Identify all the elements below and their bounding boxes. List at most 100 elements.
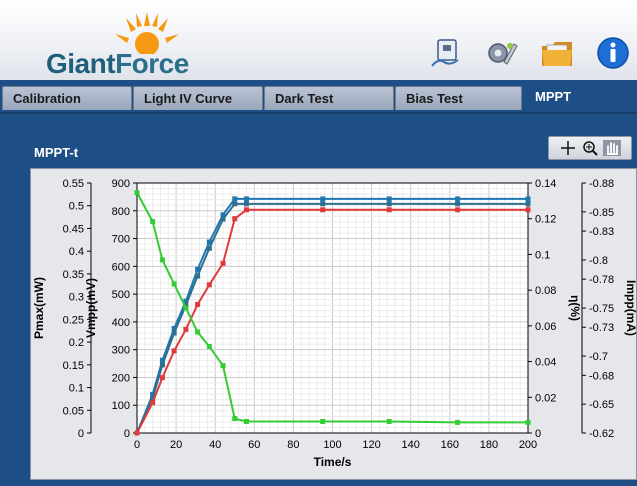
impp-axis-tick-label: -0.88 — [589, 178, 614, 190]
device-icon[interactable] — [428, 36, 462, 70]
eta-data-point — [386, 207, 392, 213]
pmax-data-point — [243, 196, 249, 202]
impp-data-point — [525, 419, 531, 425]
eta-data-point — [150, 400, 156, 406]
impp-axis-tick-label: -0.83 — [589, 226, 614, 238]
pan-hand-icon[interactable] — [603, 140, 621, 156]
vmpp-data-point — [243, 201, 249, 207]
vmpp-data-point — [171, 330, 177, 336]
vmpp-data-point — [320, 201, 326, 207]
impp-axis-tick-label: -0.85 — [589, 207, 614, 219]
eta-axis-tick-label: 0.06 — [535, 321, 556, 333]
x-tick-label: 100 — [323, 439, 341, 451]
tab-calibration[interactable]: Calibration — [2, 86, 132, 110]
pmax-data-point — [525, 196, 531, 202]
vmpp-axis-tick-label: 600 — [112, 261, 130, 273]
eta-data-point — [455, 207, 461, 213]
impp-data-point — [195, 329, 201, 335]
x-tick-label: 200 — [519, 439, 537, 451]
tab-panel-divider — [0, 112, 637, 114]
impp-axis-tick-label: -0.62 — [589, 428, 614, 440]
zoom-icon[interactable] — [581, 140, 599, 156]
pmax-axis-tick-label: 0.1 — [69, 383, 84, 395]
pmax-axis-tick-label: 0.05 — [63, 405, 84, 417]
tab-mppt[interactable]: MPPT — [524, 84, 636, 114]
impp-data-point — [159, 257, 165, 263]
cursor-crosshair-icon[interactable] — [559, 140, 577, 156]
mppt-chart-panel: 0 20 40 60 80 100 120 140 160 180 200 Time/s 0 0.05 0.… — [30, 168, 637, 480]
impp-data-point — [183, 305, 189, 311]
vmpp-axis-tick-label: 800 — [112, 206, 130, 218]
impp-data-point — [232, 416, 238, 422]
graph-tools-palette — [548, 136, 632, 160]
impp-data-point — [386, 418, 392, 424]
eta-axis-tick-label: 0.08 — [535, 285, 556, 297]
eta-axis-tick-label: 0.12 — [535, 214, 556, 226]
vmpp-axis-tick-label: 900 — [112, 178, 130, 190]
impp-data-point — [320, 418, 326, 424]
vmpp-data-point — [232, 201, 238, 207]
pmax-axis-tick-label: 0 — [78, 428, 84, 440]
logo-text: GiantForce — [46, 48, 189, 79]
eta-data-point — [183, 326, 189, 332]
vmpp-data-point — [525, 201, 531, 207]
chart-title: MPPT-t — [34, 145, 79, 160]
tab-light-iv-curve[interactable]: Light IV Curve — [133, 86, 263, 110]
x-tick-label: 60 — [248, 439, 260, 451]
vmpp-axis-tick-label: 300 — [112, 345, 130, 357]
tab-bar: Calibration Light IV Curve Dark Test Bia… — [0, 84, 637, 114]
impp-data-point — [171, 281, 177, 287]
eta-axis-tick-label: 0.02 — [535, 392, 556, 404]
x-tick-label: 0 — [134, 439, 140, 451]
impp-data-point — [150, 218, 156, 224]
vmpp-data-point — [455, 201, 461, 207]
vmpp-data-point — [195, 273, 201, 279]
pmax-axis-tick-label: 0.5 — [69, 201, 84, 213]
pmax-axis-tick-label: 0.25 — [63, 314, 84, 326]
eta-axis-tick-label: 0.04 — [535, 357, 556, 369]
tab-dark-test[interactable]: Dark Test — [264, 86, 394, 110]
pmax-axis-tick-label: 0.45 — [63, 223, 84, 235]
impp-axis-tick-label: -0.68 — [589, 370, 614, 382]
info-icon[interactable] — [596, 36, 630, 70]
impp-data-point — [220, 363, 226, 369]
impp-axis-tick-label: -0.75 — [589, 303, 614, 315]
x-tick-label: 120 — [362, 439, 380, 451]
eta-data-point — [243, 207, 249, 213]
tab-bias-test[interactable]: Bias Test — [395, 86, 522, 110]
pmax-data-point — [320, 196, 326, 202]
eta-data-point — [220, 260, 226, 266]
mppt-chart[interactable]: 0 20 40 60 80 100 120 140 160 180 200 Time/s 0 0.05 0.… — [31, 169, 637, 481]
folder-icon[interactable] — [540, 36, 574, 70]
app-header: GiantForce — [0, 0, 637, 80]
eta-axis-tick-label: 0.1 — [535, 249, 550, 261]
eta-data-point — [206, 282, 212, 288]
pmax-axis-tick-label: 0.2 — [69, 337, 84, 349]
eta-data-point — [134, 430, 140, 436]
settings-wrench-icon[interactable] — [484, 36, 518, 70]
pmax-axis-tick-label: 0.4 — [69, 246, 84, 258]
x-tick-label: 20 — [170, 439, 182, 451]
vmpp-data-point — [206, 245, 212, 251]
x-tick-label: 160 — [441, 439, 459, 451]
eta-data-point — [525, 207, 531, 213]
vmpp-axis-tick-label: 400 — [112, 317, 130, 329]
impp-data-point — [455, 419, 461, 425]
vmpp-axis-label: Vmpp(mV) — [84, 278, 98, 338]
impp-axis-tick-label: -0.7 — [589, 351, 608, 363]
impp-axis-tick-label: -0.65 — [589, 399, 614, 411]
vmpp-axis-tick-label: 100 — [112, 400, 130, 412]
pmax-axis-tick-label: 0.3 — [69, 292, 84, 304]
impp-axis-tick-label: -0.8 — [589, 255, 608, 267]
impp-axis-tick-label: -0.78 — [589, 274, 614, 286]
pmax-axis-label: Pmax(mW) — [32, 277, 46, 339]
impp-data-point — [243, 418, 249, 424]
x-tick-label: 80 — [287, 439, 299, 451]
vmpp-axis-tick-label: 700 — [112, 234, 130, 246]
eta-axis-label: η(%) — [568, 295, 582, 321]
pmax-axis-tick-label: 0.15 — [63, 360, 84, 372]
x-tick-label: 180 — [480, 439, 498, 451]
pmax-data-point — [232, 196, 238, 202]
impp-axis-label: Impp(mA) — [624, 280, 637, 336]
pmax-data-point — [455, 196, 461, 202]
